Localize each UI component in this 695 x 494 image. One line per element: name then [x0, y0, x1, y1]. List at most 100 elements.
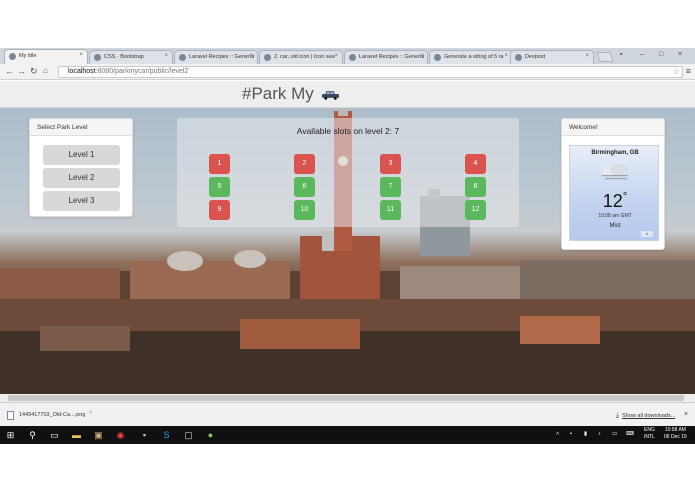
home-icon[interactable]: ⌂ [43, 66, 48, 75]
slot-2[interactable]: 2 [294, 154, 315, 174]
slot-10[interactable]: 10 [294, 200, 315, 220]
level-panel-title: Select Park Level [30, 119, 132, 136]
close-tab-icon[interactable]: × [334, 53, 338, 59]
battery-icon[interactable]: ▮ [584, 431, 587, 437]
slot-6[interactable]: 6 [294, 177, 315, 197]
window-profile-icon[interactable]: ▪ [620, 51, 622, 58]
clock-time: 10:58 AM [664, 427, 686, 433]
close-tab-icon[interactable]: × [419, 53, 423, 59]
app-circle-icon[interactable]: ● [205, 430, 216, 441]
welcome-title: Welcome! [562, 119, 664, 136]
chrome-menu-icon[interactable]: ≡ [686, 66, 691, 76]
reload-icon[interactable]: ↻ [30, 66, 38, 77]
downloads-bar: 1449417703_Old-Ca....png ˄ ⤓ Show all dow… [0, 402, 695, 426]
degree-symbol: ° [622, 191, 628, 203]
bookmark-star-icon[interactable]: ☆ [673, 67, 680, 76]
tab-label: 2. car, old icon | Icon sea [274, 54, 335, 60]
slot-12[interactable]: 12 [465, 200, 486, 220]
tab-label: Laravel Recipes :: Generat [189, 54, 255, 60]
tray-chevron-up-icon[interactable]: ˄ [556, 431, 559, 437]
taskbar-clock[interactable]: 10:58 AM 06 Dec 15 [664, 427, 687, 441]
volume-icon[interactable]: ♪ [598, 431, 601, 437]
slot-7[interactable]: 7 [380, 177, 401, 197]
tab-label: My title [19, 53, 37, 59]
weather-time: 10:58 am GMT [598, 213, 632, 219]
tab-devpost[interactable]: Devpost × [510, 50, 594, 64]
url-host: localhost [68, 68, 96, 75]
chevron-up-icon[interactable]: ˄ [89, 410, 92, 416]
tab-label: Devpost [525, 54, 546, 60]
slot-3[interactable]: 3 [380, 154, 401, 174]
close-tab-icon[interactable]: × [164, 53, 168, 59]
car-icon [321, 91, 340, 100]
download-icon: ⤓ [616, 412, 620, 419]
show-all-downloads-link[interactable]: ⤓ Show all downloads... [616, 412, 675, 420]
slots-panel: Available slots on level 2: 7 1 2 3 4 5 … [177, 118, 519, 227]
tray-app-icon[interactable]: ▪ [570, 431, 572, 437]
level-3-button[interactable]: Level 3 [43, 191, 120, 211]
tab-favicon-icon [515, 54, 522, 61]
slot-8[interactable]: 8 [465, 177, 486, 197]
file-explorer-icon[interactable]: ▬ [71, 430, 82, 441]
brand-title: #Park My [242, 84, 314, 103]
weather-widget[interactable]: Birmingham, GB 12° 10:58 am GMT Mist ● [569, 145, 659, 241]
tab-favicon-icon [349, 54, 356, 61]
tab-css-bootstrap[interactable]: CSS · Bootstrap × [89, 50, 173, 64]
close-tab-icon[interactable]: × [249, 53, 253, 59]
back-icon[interactable]: ← [5, 66, 14, 76]
page-header: #Park My [0, 81, 695, 108]
slot-4[interactable]: 4 [465, 154, 486, 174]
temperature-value: 12 [602, 191, 623, 211]
slot-1[interactable]: 1 [209, 154, 230, 174]
tab-my-title[interactable]: My title × [4, 49, 88, 64]
level-2-button[interactable]: Level 2 [43, 168, 120, 188]
slots-title: Available slots on level 2: 7 [296, 126, 400, 136]
keyboard-icon[interactable]: ⌨ [626, 431, 634, 437]
search-icon[interactable]: ⚲ [27, 430, 38, 441]
level-1-button[interactable]: Level 1 [43, 145, 120, 165]
tab-icon-search[interactable]: 2. car, old icon | Icon sea × [259, 50, 343, 64]
tab-label: Generate a string of 5 ra [444, 54, 504, 60]
task-view-icon[interactable]: ▭ [49, 430, 60, 441]
mist-cloud-icon [602, 164, 628, 180]
horizontal-scrollbar[interactable] [0, 394, 695, 402]
region-code: INTL [644, 434, 655, 440]
language-code: ENG [644, 427, 655, 433]
chrome-icon[interactable]: ◉ [115, 430, 126, 441]
store-icon[interactable]: ▣ [93, 430, 104, 441]
windows-start-icon[interactable]: ⊞ [5, 430, 16, 441]
address-bar[interactable]: localhost:8080/parkmycar/public/level2 ☆ [58, 66, 683, 78]
tab-laravel-recipes-2[interactable]: Laravel Recipes :: Generat × [344, 50, 428, 64]
browser-toolbar: ← → ↻ ⌂ localhost:8080/parkmycar/public/… [0, 64, 695, 80]
close-window-button[interactable]: × [678, 51, 682, 58]
weather-condition: Mist [609, 223, 621, 229]
taskbar: ⊞ ⚲ ▭ ▬ ▣ ◉ ▪ S ▢ ● ˄ ▪ ▮ ♪ ▭ ⌨ ENG INTL … [0, 426, 695, 444]
forward-icon[interactable]: → [17, 66, 26, 76]
file-icon [7, 411, 14, 420]
app-window-icon[interactable]: ▢ [183, 430, 194, 441]
close-tab-icon[interactable]: × [504, 53, 508, 59]
close-tab-icon[interactable]: × [585, 53, 589, 59]
weather-provider-icon[interactable]: ● [641, 231, 653, 237]
weather-city: Birmingham, GB [591, 150, 639, 156]
tab-favicon-icon [264, 54, 271, 61]
close-tab-icon[interactable]: × [79, 52, 83, 58]
level-panel: Select Park Level Level 1 Level 2 Level … [29, 118, 133, 217]
minimize-button[interactable]: – [640, 51, 644, 58]
slot-11[interactable]: 11 [380, 200, 401, 220]
tab-strip: My title × CSS · Bootstrap × Laravel Rec… [0, 48, 695, 64]
download-item[interactable]: 1449417703_Old-Ca....png ˄ [3, 407, 94, 423]
tab-generate-string[interactable]: Generate a string of 5 ra × [429, 50, 513, 64]
close-downloads-button[interactable]: × [684, 411, 688, 418]
slot-9[interactable]: 9 [209, 200, 230, 220]
notifications-icon[interactable]: ▭ [612, 431, 617, 437]
maximize-button[interactable]: □ [659, 51, 663, 58]
slot-5[interactable]: 5 [209, 177, 230, 197]
scrollbar-thumb[interactable] [8, 395, 684, 401]
new-tab-button[interactable] [596, 52, 614, 62]
tab-laravel-recipes-1[interactable]: Laravel Recipes :: Generat × [174, 50, 258, 64]
terminal-icon[interactable]: ▪ [139, 430, 150, 441]
language-indicator[interactable]: ENG INTL [644, 427, 655, 441]
tab-favicon-icon [179, 54, 186, 61]
skype-icon[interactable]: S [161, 430, 172, 441]
